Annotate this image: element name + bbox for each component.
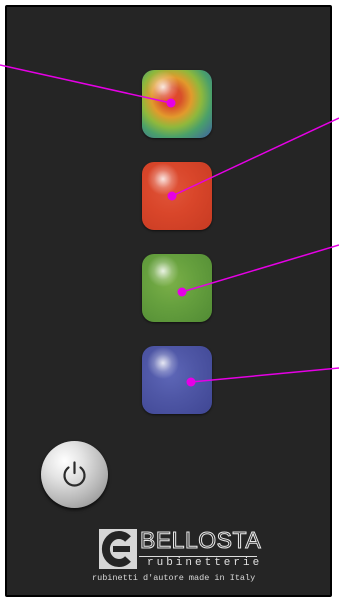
callout-line-red	[171, 117, 339, 197]
callout-dot-blue	[186, 377, 196, 387]
callout-dot-green	[177, 287, 187, 297]
callout-line-green	[181, 244, 339, 293]
callout-line-blue	[190, 367, 339, 383]
callout-lines	[0, 64, 339, 387]
callout-dot-red	[167, 191, 177, 201]
callout-line-multicolor	[0, 64, 172, 104]
callout-dot-multicolor	[166, 98, 176, 108]
screenshot-frame: BELLOSTA rubinetterie rubinetti d'autore…	[0, 0, 339, 604]
